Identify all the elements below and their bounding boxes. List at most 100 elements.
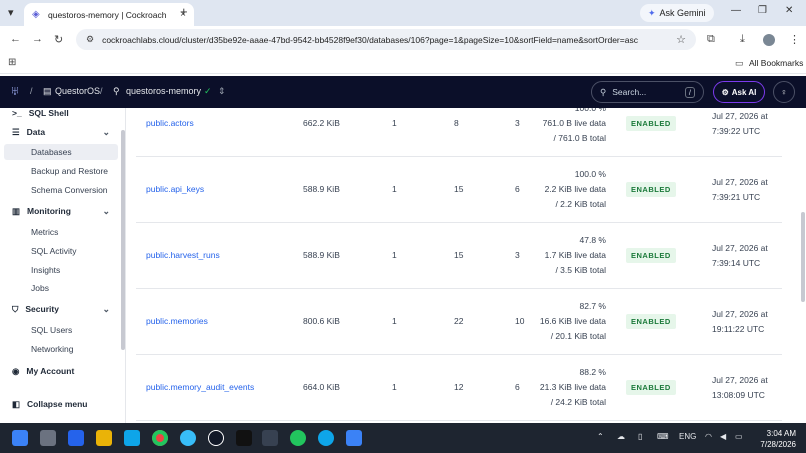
table-size: 662.2 KiB xyxy=(303,118,340,128)
task-view-icon[interactable] xyxy=(40,430,56,446)
ask-ai-button[interactable]: ⚙ Ask AI xyxy=(713,81,765,103)
live-data-total: / 20.1 KiB total xyxy=(550,331,606,341)
all-bookmarks-link[interactable]: All Bookmarks xyxy=(749,58,803,68)
sidebar-item-databases[interactable]: Databases xyxy=(4,144,118,160)
sidebar-item-label: Security xyxy=(25,304,59,314)
forward-icon[interactable]: → xyxy=(32,33,43,45)
table-ranges-count: 1 xyxy=(392,184,397,194)
keyboard-icon[interactable]: ⌨ xyxy=(657,432,669,441)
table-columns-count: 15 xyxy=(454,250,464,260)
live-data-live: 1.7 KiB live data xyxy=(544,250,606,260)
sidebar-item-metrics[interactable]: Metrics xyxy=(0,224,120,240)
sidebar-section-monitoring[interactable]: ▥ Monitoring ⌄ xyxy=(0,203,120,219)
back-icon[interactable]: ← xyxy=(10,33,21,45)
extensions-icon[interactable]: ⧉ xyxy=(707,33,715,46)
collapse-menu-button[interactable]: ◧ Collapse menu xyxy=(0,396,120,412)
sidebar-scrollbar[interactable] xyxy=(121,130,125,350)
app-icon[interactable] xyxy=(318,430,334,446)
chevron-up-icon[interactable]: ⌃ xyxy=(597,432,604,441)
whatsapp-icon[interactable] xyxy=(290,430,306,446)
sidebar-item-insights[interactable]: Insights xyxy=(0,262,120,278)
live-data-total: / 24.2 KiB total xyxy=(550,397,606,407)
table-columns-count: 12 xyxy=(454,382,464,392)
sidebar-item-my-account[interactable]: ◉ My Account xyxy=(0,363,120,379)
table-name-link[interactable]: public.actors xyxy=(146,118,194,128)
table-name-link[interactable]: public.api_keys xyxy=(146,184,204,194)
breadcrumb-cluster[interactable]: questoros-memory xyxy=(126,86,201,96)
wifi-icon[interactable]: ◠ xyxy=(705,432,712,441)
windows-taskbar: ⌃ ☁ ▯ ⌨ ENG ◠ ◀ ▭ 3:04 AM 7/28/2026 xyxy=(0,423,806,453)
app-icon[interactable] xyxy=(68,430,84,446)
cluster-healthy-icon: ✓ xyxy=(204,86,212,96)
last-updated-timestamp: Jul 27, 2026 at 7:39:22 UTC xyxy=(712,109,768,139)
sidebar-section-data[interactable]: ☰ Data ⌄ xyxy=(0,124,120,140)
lightbulb-icon[interactable]: ♀ xyxy=(773,81,795,103)
terminal-icon: >_ xyxy=(12,108,22,118)
breadcrumb-org[interactable]: QuestorOS xyxy=(55,86,100,96)
close-window-icon[interactable]: ✕ xyxy=(785,5,793,16)
table-size: 588.9 KiB xyxy=(303,250,340,260)
sidebar-item-schema-conversion[interactable]: Schema Conversion xyxy=(0,182,120,198)
sidebar-item-networking[interactable]: Networking xyxy=(0,341,120,357)
new-tab-icon[interactable]: + xyxy=(180,4,188,19)
battery-status-icon[interactable]: ▭ xyxy=(735,432,743,441)
telegram-icon[interactable] xyxy=(180,430,196,446)
live-data-pct: 88.2 % xyxy=(579,367,606,377)
profile-avatar-icon[interactable] xyxy=(763,34,775,46)
app-icon[interactable] xyxy=(236,430,252,446)
collapse-icon: ◧ xyxy=(12,398,21,409)
table-name-link[interactable]: public.memories xyxy=(146,316,208,326)
table-size: 588.9 KiB xyxy=(303,184,340,194)
ask-gemini-button[interactable]: ✦ Ask Gemini xyxy=(640,4,714,22)
apps-grid-icon[interactable]: ⊞ xyxy=(8,57,16,68)
system-clock[interactable]: 3:04 AM 7/28/2026 xyxy=(754,428,796,450)
site-info-icon[interactable]: ⚙ xyxy=(86,34,94,45)
table-size: 664.0 KiB xyxy=(303,382,340,392)
breadcrumb-separator-2: / xyxy=(100,86,103,96)
timestamp-time: 7:39:14 UTC xyxy=(712,258,761,268)
sidebar-item-backup[interactable]: Backup and Restore xyxy=(0,163,120,179)
app-icon[interactable] xyxy=(208,430,224,446)
search-placeholder: Search... xyxy=(612,87,647,97)
browser-menu-icon[interactable]: ⋮ xyxy=(789,33,800,46)
app-header: ♅ / ▤ QuestorOS / ⚲ questoros-memory ✓ ⇕… xyxy=(0,76,806,108)
browser-tab-bar: ▾ ◈ questoros-memory | Cockroach × + ✦ A… xyxy=(0,0,806,26)
address-bar[interactable]: ⚙ cockroachlabs.cloud/cluster/d35be92e-a… xyxy=(76,29,696,50)
app-icon[interactable] xyxy=(124,430,140,446)
volume-icon[interactable]: ◀ xyxy=(720,432,726,441)
restore-icon[interactable]: ❐ xyxy=(758,5,767,16)
cluster-switch-chevron-icon[interactable]: ⇕ xyxy=(218,86,226,97)
chrome-icon[interactable] xyxy=(152,430,168,446)
sidebar-section-security[interactable]: ⛉ Security ⌄ xyxy=(0,301,120,317)
table-name-link[interactable]: public.memory_audit_events xyxy=(146,382,254,392)
tab-search-icon[interactable]: ▾ xyxy=(8,6,14,19)
timestamp-date: Jul 27, 2026 at xyxy=(712,177,768,187)
terminal-icon[interactable] xyxy=(262,430,278,446)
cockroach-logo-icon[interactable]: ♅ xyxy=(10,83,20,98)
bookmark-star-icon[interactable]: ☆ xyxy=(676,33,686,46)
browser-tab[interactable]: ◈ questoros-memory | Cockroach × xyxy=(24,3,194,26)
live-data-live: 761.0 B live data xyxy=(542,118,606,128)
main-scrollbar[interactable] xyxy=(801,212,805,302)
table-columns-count: 22 xyxy=(454,316,464,326)
live-data-percentage: 82.7 % 16.6 KiB live data / 20.1 KiB total xyxy=(496,299,606,344)
user-icon: ◉ xyxy=(12,365,20,376)
sidebar-item-sql-shell[interactable]: >_ SQL Shell xyxy=(0,105,120,121)
download-icon[interactable]: ⤓ xyxy=(740,33,745,46)
search-box[interactable]: ⚲ Search... / xyxy=(591,81,704,103)
sidebar-item-jobs[interactable]: Jobs xyxy=(0,280,120,296)
reload-icon[interactable]: ↻ xyxy=(54,33,63,46)
table-row: public.actors 662.2 KiB 1 8 3 100.0 % 761.0 B … xyxy=(136,108,782,157)
file-explorer-icon[interactable] xyxy=(96,430,112,446)
windows-start-icon[interactable] xyxy=(12,430,28,446)
table-name-link[interactable]: public.harvest_runs xyxy=(146,250,220,260)
tray-app-icon[interactable]: ☁ xyxy=(617,432,625,441)
org-icon: ▤ xyxy=(43,86,52,96)
language-indicator[interactable]: ENG xyxy=(679,432,696,441)
sidebar-item-label: Data xyxy=(26,127,46,137)
minimize-icon[interactable]: — xyxy=(731,5,741,16)
sidebar-item-sql-users[interactable]: SQL Users xyxy=(0,322,120,338)
sidebar-item-sql-activity[interactable]: SQL Activity xyxy=(0,243,120,259)
app-icon[interactable] xyxy=(346,430,362,446)
battery-icon[interactable]: ▯ xyxy=(638,432,642,441)
